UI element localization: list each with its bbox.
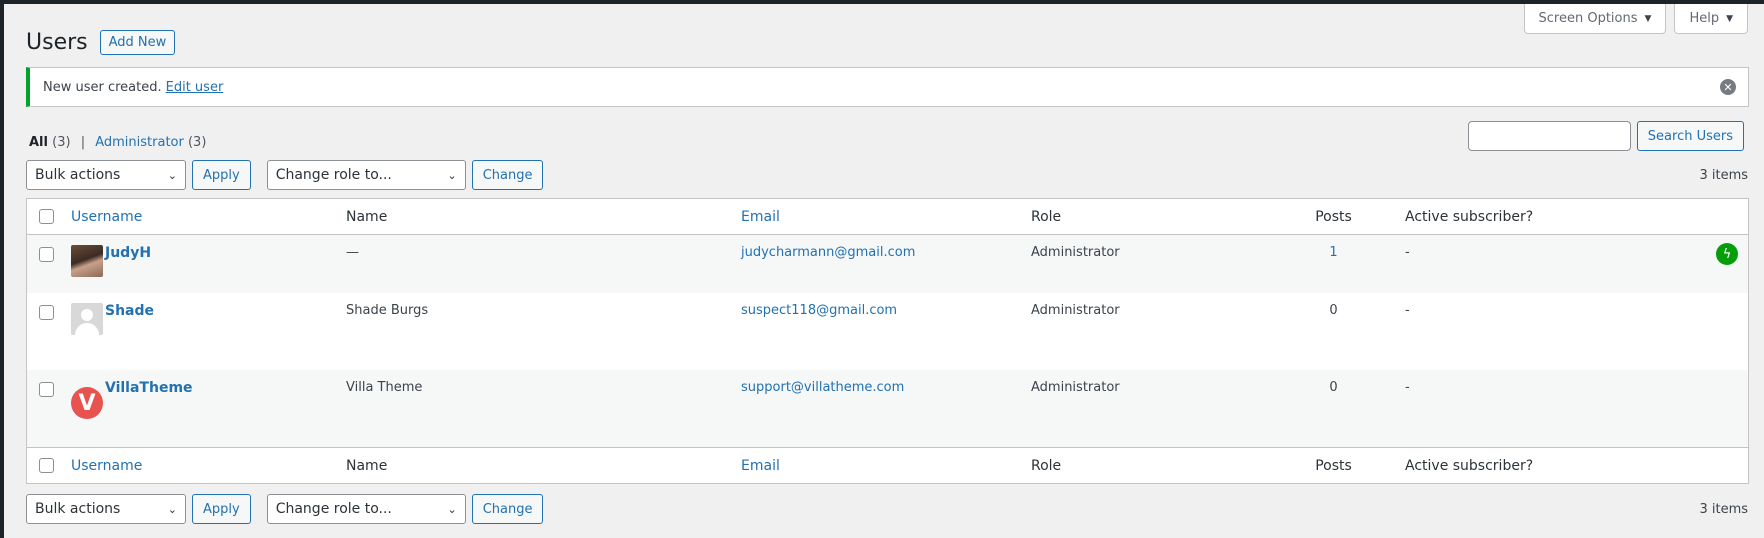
chevron-down-icon: ⌄ <box>447 502 457 516</box>
table-header: Username Name Email Role Posts Active su… <box>27 199 1748 235</box>
dismiss-icon[interactable]: ✕ <box>1720 79 1736 95</box>
posts-cell: 0 <box>1329 303 1338 318</box>
column-active-subscriber: Active subscriber? <box>1405 457 1534 474</box>
filter-administrator-count: (3) <box>187 135 207 150</box>
role-cell: Administrator <box>1031 245 1120 260</box>
email-link[interactable]: judycharmann@gmail.com <box>741 245 915 260</box>
jetpack-bolt-icon: ϟ <box>1716 243 1738 265</box>
avatar <box>71 245 103 277</box>
posts-link[interactable]: 1 <box>1329 245 1337 260</box>
username-cell: Shade <box>54 303 346 335</box>
items-count: 3 items <box>1699 501 1748 517</box>
chevron-down-icon: ⌄ <box>447 168 457 182</box>
column-posts: Posts <box>1315 457 1352 474</box>
change-role-value: Change role to... <box>275 501 392 517</box>
apply-button[interactable]: Apply <box>192 160 251 190</box>
page-title: Users <box>26 30 88 55</box>
filter-all[interactable]: All <box>29 135 48 150</box>
column-active-subscriber: Active subscriber? <box>1405 208 1534 225</box>
bulk-actions-value: Bulk actions <box>35 501 121 517</box>
help-label: Help <box>1689 11 1720 26</box>
screen-options-label: Screen Options <box>1538 11 1638 26</box>
column-email[interactable]: Email <box>741 458 1031 474</box>
role-filter-links: All (3) | Administrator (3) <box>29 135 206 150</box>
role-cell: Administrator <box>1031 380 1120 395</box>
change-button[interactable]: Change <box>471 160 544 190</box>
active-subscriber-cell: - <box>1405 245 1410 260</box>
name-cell: Shade Burgs <box>346 303 429 318</box>
page-header: Users Add New <box>26 30 176 55</box>
table-row: Shade Shade Burgs suspect118@gmail.com A… <box>27 293 1748 370</box>
search-users-button[interactable]: Search Users <box>1636 121 1744 151</box>
select-all-checkbox[interactable] <box>39 209 54 224</box>
username-link[interactable]: Shade <box>105 303 154 319</box>
active-subscriber-cell: - <box>1405 303 1410 318</box>
row-checkbox[interactable] <box>39 247 54 262</box>
column-username[interactable]: Username <box>54 209 346 225</box>
filter-administrator[interactable]: Administrator <box>95 135 184 150</box>
chevron-down-icon: ⌄ <box>167 168 177 182</box>
username-cell: JudyH <box>54 245 346 277</box>
column-name: Name <box>346 208 388 225</box>
table-row: V VillaTheme Villa Theme support@villath… <box>27 370 1748 447</box>
success-notice: New user created. Edit user ✕ <box>26 67 1749 107</box>
column-role: Role <box>1031 208 1062 225</box>
table-footer: Username Name Email Role Posts Active su… <box>27 447 1748 483</box>
default-avatar-icon <box>71 303 103 335</box>
email-cell: judycharmann@gmail.com <box>741 245 1031 260</box>
add-new-button[interactable]: Add New <box>99 30 176 55</box>
filter-separator: | <box>80 135 86 150</box>
email-cell: support@villatheme.com <box>741 380 1031 395</box>
search-box: Search Users <box>1467 121 1744 151</box>
username-link[interactable]: JudyH <box>105 245 151 261</box>
change-role-select[interactable]: Change role to... ⌄ <box>266 494 466 524</box>
column-posts: Posts <box>1315 208 1352 225</box>
apply-button[interactable]: Apply <box>192 494 251 524</box>
row-checkbox[interactable] <box>39 305 54 320</box>
select-all-checkbox[interactable] <box>39 458 54 473</box>
notice-text: New user created. <box>43 79 162 95</box>
filter-all-count: (3) <box>52 135 71 150</box>
username-cell: V VillaTheme <box>54 380 346 419</box>
change-role-select[interactable]: Change role to... ⌄ <box>266 160 466 190</box>
name-cell: — <box>346 245 359 260</box>
posts-cell: 0 <box>1329 380 1338 395</box>
column-name: Name <box>346 457 388 474</box>
row-checkbox[interactable] <box>39 382 54 397</box>
email-cell: suspect118@gmail.com <box>741 303 1031 318</box>
chevron-down-icon: ⌄ <box>167 502 177 516</box>
username-link[interactable]: VillaTheme <box>105 380 193 396</box>
items-count: 3 items <box>1699 167 1748 183</box>
bulk-actions-value: Bulk actions <box>35 167 121 183</box>
search-input[interactable] <box>1467 121 1631 151</box>
table-row: JudyH — judycharmann@gmail.com Administr… <box>27 235 1748 293</box>
tablenav-bottom: Bulk actions ⌄ Apply Change role to... ⌄… <box>26 494 1749 524</box>
change-role-value: Change role to... <box>275 167 392 183</box>
screen-meta-links: Screen Options ▼ Help ▼ <box>1523 4 1748 34</box>
email-link[interactable]: support@villatheme.com <box>741 380 904 395</box>
email-link[interactable]: suspect118@gmail.com <box>741 303 897 318</box>
role-cell: Administrator <box>1031 303 1120 318</box>
users-table: Username Name Email Role Posts Active su… <box>26 198 1749 484</box>
column-email[interactable]: Email <box>741 209 1031 225</box>
help-button[interactable]: Help ▼ <box>1674 4 1748 34</box>
bulk-actions-select[interactable]: Bulk actions ⌄ <box>26 160 186 190</box>
caret-down-icon: ▼ <box>1644 13 1652 24</box>
bulk-actions-select[interactable]: Bulk actions ⌄ <box>26 494 186 524</box>
column-role: Role <box>1031 457 1062 474</box>
screen-options-button[interactable]: Screen Options ▼ <box>1523 4 1667 34</box>
active-subscriber-cell: - <box>1405 380 1410 395</box>
column-username[interactable]: Username <box>54 458 346 474</box>
tablenav-top: Bulk actions ⌄ Apply Change role to... ⌄… <box>26 160 1749 190</box>
caret-down-icon: ▼ <box>1726 13 1733 24</box>
change-button[interactable]: Change <box>471 494 544 524</box>
name-cell: Villa Theme <box>346 380 423 395</box>
edit-user-link[interactable]: Edit user <box>166 80 224 95</box>
villa-logo-icon: V <box>71 387 103 419</box>
posts-cell: 1 <box>1296 245 1371 260</box>
